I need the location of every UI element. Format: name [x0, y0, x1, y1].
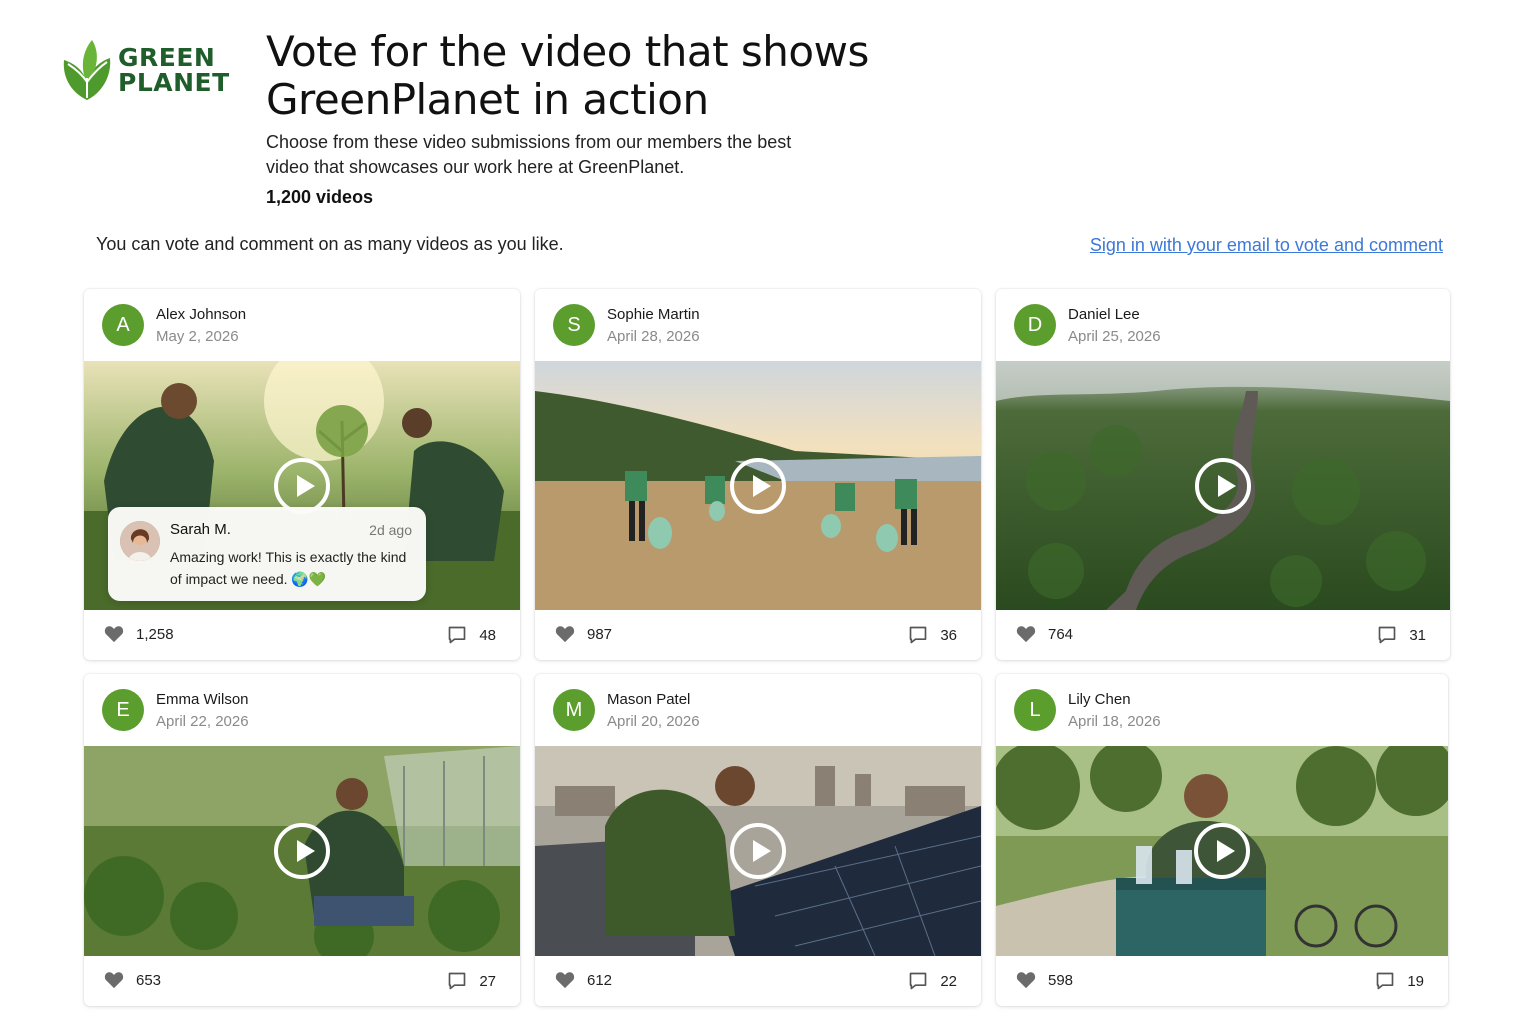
comment-count: 19 [1407, 972, 1424, 990]
author-name[interactable]: Emma Wilson [156, 691, 249, 708]
like-button[interactable]: 653 [104, 971, 161, 989]
card-footer: 598 19 [996, 956, 1448, 1006]
comment-icon [1378, 626, 1396, 644]
page-title: Vote for the video that shows GreenPlane… [266, 27, 869, 124]
brand-line-1: GREEN [118, 43, 216, 72]
brand-line-2: PLANET [118, 68, 230, 97]
comment-text: Amazing work! This is exactly the kind o… [170, 549, 407, 587]
card-header: S Sophie Martin April 28, 2026 [535, 289, 981, 361]
sign-in-link[interactable]: Sign in with your email to vote and comm… [1090, 235, 1443, 256]
card-footer: 987 36 [535, 610, 981, 660]
post-date: April 22, 2026 [156, 713, 249, 730]
play-icon[interactable] [1194, 823, 1250, 879]
heart-icon [1016, 626, 1036, 643]
play-icon[interactable] [274, 457, 330, 514]
video-thumbnail[interactable] [84, 746, 520, 956]
video-card[interactable]: M Mason Patel April 20, 2026 612 22 [535, 674, 981, 1006]
comment-button[interactable]: 36 [908, 625, 957, 645]
video-card[interactable]: L Lily Chen April 18, 2026 598 19 [996, 674, 1448, 1006]
video-count: 1,200 videos [266, 187, 374, 207]
play-icon[interactable] [730, 823, 786, 879]
heart-icon [104, 972, 124, 989]
avatar[interactable]: M [553, 689, 595, 731]
video-thumbnail[interactable] [535, 361, 981, 610]
comment-count: 27 [479, 972, 496, 990]
author-name[interactable]: Alex Johnson [156, 306, 246, 323]
video-thumbnail[interactable] [996, 361, 1450, 610]
play-icon[interactable] [274, 823, 330, 879]
heart-icon [555, 626, 575, 643]
like-count: 612 [587, 971, 613, 989]
comment-count: 22 [940, 972, 957, 990]
commenter-avatar [120, 521, 160, 561]
comment-preview[interactable]: Sarah M. 2d ago Amazing work! This is ex… [108, 507, 426, 601]
video-thumbnail[interactable]: Sarah M. 2d ago Amazing work! This is ex… [84, 361, 520, 610]
like-button[interactable]: 1,258 [104, 625, 174, 643]
comment-time: 2d ago [369, 522, 412, 538]
comment-button[interactable]: 31 [1377, 625, 1426, 645]
logo: GREEN PLANET [60, 38, 230, 102]
comment-count: 36 [940, 626, 957, 644]
comment-count: 31 [1409, 626, 1426, 644]
like-button[interactable]: 987 [555, 625, 612, 643]
comment-count: 48 [479, 626, 496, 644]
like-button[interactable]: 764 [1016, 625, 1073, 643]
post-date: April 25, 2026 [1068, 328, 1161, 345]
card-footer: 653 27 [84, 956, 520, 1006]
comment-icon [909, 626, 927, 644]
commenter-name: Sarah M. [170, 521, 231, 538]
card-header: D Daniel Lee April 25, 2026 [996, 289, 1450, 361]
brand-name: GREEN PLANET [118, 45, 230, 95]
leaf-logo-icon [63, 40, 111, 100]
author-name[interactable]: Daniel Lee [1068, 306, 1140, 323]
video-card[interactable]: D Daniel Lee April 25, 2026 764 31 [996, 289, 1450, 660]
card-footer: 1,258 48 [84, 610, 520, 660]
avatar[interactable]: E [102, 689, 144, 731]
card-footer: 764 31 [996, 610, 1450, 660]
post-date: May 2, 2026 [156, 328, 239, 345]
card-header: A Alex Johnson May 2, 2026 [84, 289, 520, 361]
post-date: April 28, 2026 [607, 328, 700, 345]
like-button[interactable]: 598 [1016, 971, 1073, 989]
comment-button[interactable]: 27 [447, 971, 496, 991]
like-button[interactable]: 612 [555, 971, 612, 989]
comment-icon [909, 972, 927, 990]
like-count: 1,258 [136, 625, 174, 643]
video-thumbnail[interactable] [535, 746, 981, 956]
avatar[interactable]: L [1014, 689, 1056, 731]
like-count: 598 [1048, 971, 1074, 989]
voting-note: You can vote and comment on as many vide… [96, 234, 564, 254]
comment-icon [1376, 972, 1394, 990]
card-footer: 612 22 [535, 956, 981, 1006]
avatar[interactable]: S [553, 304, 595, 346]
comment-icon [448, 972, 466, 990]
avatar[interactable]: D [1014, 304, 1056, 346]
comment-button[interactable]: 22 [908, 971, 957, 991]
author-name[interactable]: Sophie Martin [607, 306, 700, 323]
author-name[interactable]: Mason Patel [607, 691, 690, 708]
card-header: L Lily Chen April 18, 2026 [996, 674, 1448, 746]
video-thumbnail[interactable] [996, 746, 1448, 956]
card-header: M Mason Patel April 20, 2026 [535, 674, 981, 746]
like-count: 764 [1048, 625, 1074, 643]
heart-icon [1016, 972, 1036, 989]
play-icon[interactable] [1195, 457, 1251, 514]
heart-icon [104, 626, 124, 643]
video-card[interactable]: A Alex Johnson May 2, 2026 Sarah M. 2d a… [84, 289, 520, 660]
card-header: E Emma Wilson April 22, 2026 [84, 674, 520, 746]
like-count: 987 [587, 625, 613, 643]
comment-icon [448, 626, 466, 644]
heart-icon [555, 972, 575, 989]
like-count: 653 [136, 971, 162, 989]
avatar[interactable]: A [102, 304, 144, 346]
author-name[interactable]: Lily Chen [1068, 691, 1131, 708]
post-date: April 18, 2026 [1068, 713, 1161, 730]
video-card[interactable]: S Sophie Martin April 28, 2026 987 36 [535, 289, 981, 660]
video-card[interactable]: E Emma Wilson April 22, 2026 653 27 [84, 674, 520, 1006]
play-icon[interactable] [730, 457, 786, 514]
page-subtitle: Choose from these video submissions from… [266, 132, 792, 177]
comment-button[interactable]: 19 [1375, 971, 1424, 991]
post-date: April 20, 2026 [607, 713, 700, 730]
comment-button[interactable]: 48 [447, 625, 496, 645]
